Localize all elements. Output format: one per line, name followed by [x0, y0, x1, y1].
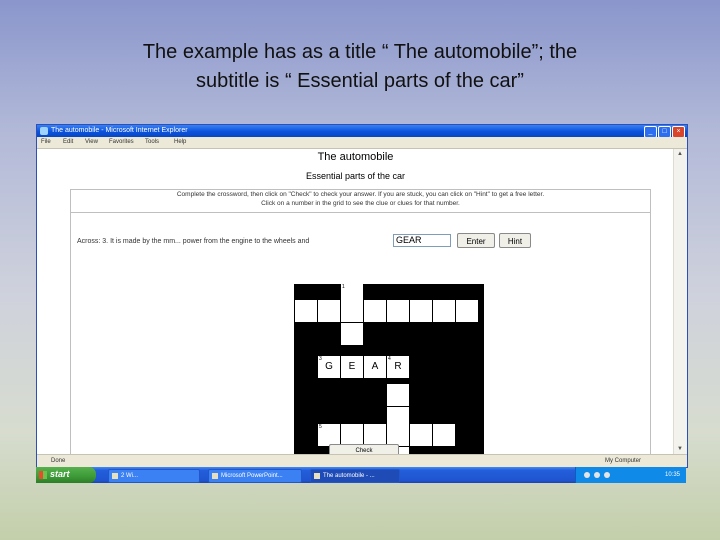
menu-file[interactable]: File	[41, 138, 51, 147]
grid-cell-3-across[interactable]: 3 G	[318, 356, 340, 378]
grid-cell[interactable]	[364, 424, 386, 446]
taskbar-item-label: The automobile - ...	[323, 473, 375, 479]
grid-cell[interactable]	[364, 300, 386, 322]
clue-number-5[interactable]: 5	[319, 424, 322, 430]
browser-titlebar[interactable]: The automobile - Microsoft Internet Expl…	[37, 125, 687, 138]
scroll-up-icon[interactable]: ▲	[676, 150, 684, 158]
menu-edit[interactable]: Edit	[63, 138, 73, 147]
grid-cell-4-down[interactable]: 4 R	[387, 356, 409, 378]
tray-icon[interactable]	[584, 472, 590, 478]
ie-icon	[314, 473, 320, 479]
grid-cell[interactable]: E	[341, 356, 363, 378]
crossword-grid: 1 3 G E A 4 R 5	[294, 284, 484, 467]
answer-input[interactable]	[393, 234, 451, 247]
clue-text: Across: 3. It is made by the mm... power…	[77, 238, 310, 245]
grid-cell[interactable]	[433, 424, 455, 446]
hint-button[interactable]: Hint	[499, 233, 531, 248]
crossword-panel: Complete the crossword, then click on "C…	[70, 189, 651, 467]
taskbar-item-label: 2 Wi...	[121, 473, 139, 479]
grid-cell[interactable]	[387, 384, 409, 406]
enter-button[interactable]: Enter	[457, 233, 495, 248]
grid-cell[interactable]	[410, 300, 432, 322]
window-icon	[112, 473, 118, 479]
grid-letter: R	[394, 361, 402, 372]
start-label: start	[50, 469, 70, 479]
vertical-scrollbar[interactable]: ▲ ▼	[673, 149, 687, 454]
tray-icon[interactable]	[594, 472, 600, 478]
grid-cell[interactable]	[295, 300, 317, 322]
status-text: Done	[51, 458, 66, 464]
page-subtitle: Essential parts of the car	[305, 171, 406, 181]
grid-cell[interactable]	[410, 424, 432, 446]
taskbar-item[interactable]: Microsoft PowerPoint...	[208, 469, 302, 483]
taskbar-item[interactable]: 2 Wi...	[108, 469, 200, 483]
slide-caption-line-1: The example has as a title “ The automob…	[142, 41, 578, 63]
page-viewport: The automobile Essential parts of the ca…	[37, 149, 674, 467]
tray-icon[interactable]	[604, 472, 610, 478]
clue-number-1[interactable]: 1	[342, 284, 345, 290]
grid-cell[interactable]	[341, 300, 363, 322]
grid-cell[interactable]	[387, 424, 409, 446]
page-title: The automobile	[317, 151, 394, 163]
powerpoint-icon	[212, 473, 218, 479]
grid-cell[interactable]	[456, 300, 478, 322]
browser-title: The automobile - Microsoft Internet Expl…	[51, 127, 188, 134]
status-bar: Done My Computer	[37, 454, 687, 467]
clock: 10:35	[664, 472, 680, 478]
grid-cell[interactable]: A	[364, 356, 386, 378]
taskbar-item-label: Microsoft PowerPoint...	[221, 473, 283, 479]
taskbar: start 2 Wi... Microsoft PowerPoint... Th…	[36, 467, 686, 483]
grid-cell[interactable]	[341, 323, 363, 345]
instructions-box: Complete the crossword, then click on "C…	[71, 190, 650, 213]
system-tray: 10:35	[575, 467, 686, 483]
grid-cell[interactable]	[318, 300, 340, 322]
grid-letter: E	[348, 361, 356, 372]
ie-icon	[40, 127, 48, 135]
grid-cell[interactable]	[387, 300, 409, 322]
grid-letter: G	[325, 361, 333, 372]
grid-cell-5-across[interactable]: 5	[318, 424, 340, 446]
instructions-line-1: Complete the crossword, then click on "C…	[176, 191, 545, 198]
scroll-down-icon[interactable]: ▼	[676, 445, 684, 453]
menu-bar: File Edit View Favorites Tools Help	[37, 137, 687, 149]
grid-cell[interactable]	[341, 424, 363, 446]
grid-letter: A	[371, 361, 379, 372]
menu-favorites[interactable]: Favorites	[109, 138, 134, 147]
status-zone: My Computer	[605, 458, 642, 464]
instructions-line-2: Click on a number in the grid to see the…	[261, 200, 460, 207]
grid-cell[interactable]	[433, 300, 455, 322]
menu-tools[interactable]: Tools	[145, 138, 159, 147]
browser-window: The automobile - Microsoft Internet Expl…	[36, 124, 688, 468]
start-button[interactable]: start	[36, 467, 96, 483]
taskbar-item-active[interactable]: The automobile - ...	[310, 469, 400, 483]
menu-help[interactable]: Help	[174, 138, 186, 147]
menu-view[interactable]: View	[85, 138, 98, 147]
slide-caption: The example has as a title “ The automob…	[40, 38, 680, 96]
slide-caption-line-2: subtitle is “ Essential parts of the car…	[196, 70, 524, 92]
windows-flag-icon	[39, 471, 47, 479]
